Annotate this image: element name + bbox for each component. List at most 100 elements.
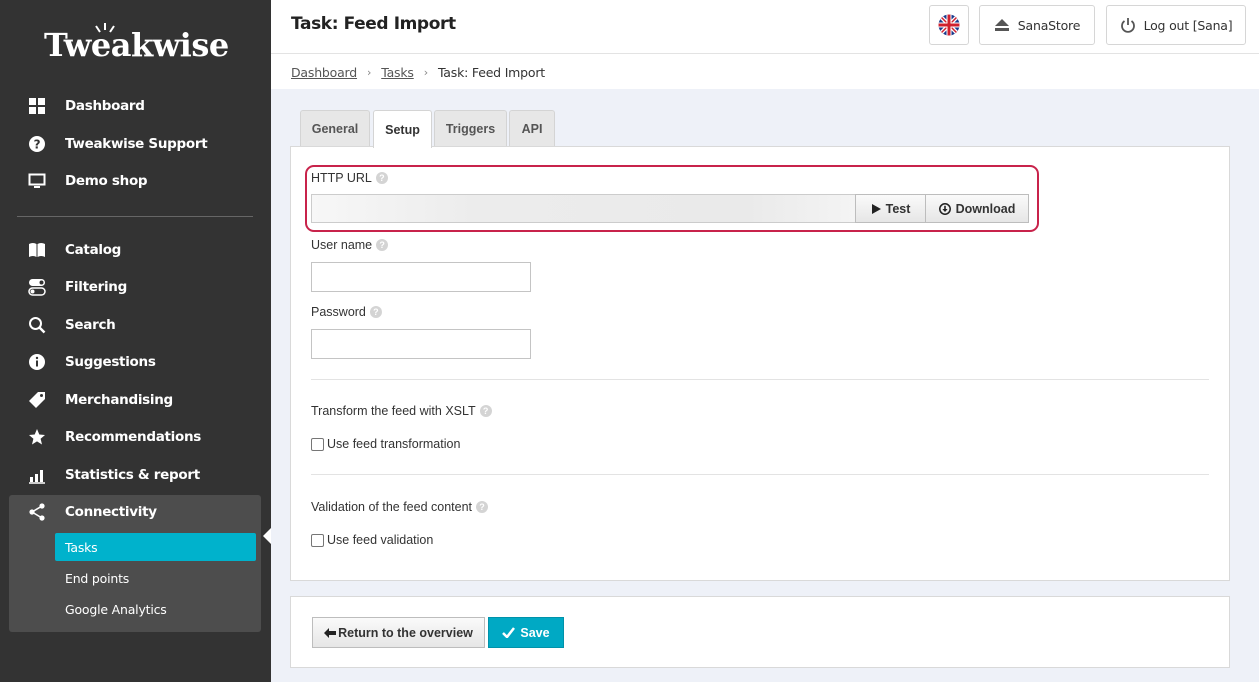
username-label: User name: [311, 238, 373, 252]
download-circle-icon: [938, 202, 951, 215]
info-circle-icon: [28, 353, 46, 371]
logout-button[interactable]: Log out [Sana]: [1106, 5, 1246, 45]
sidebar: Tweakwise Dashboard ? Tweakwise Support …: [0, 0, 271, 682]
sidebar-item-label: Filtering: [65, 279, 127, 295]
arrow-left-icon: [324, 627, 337, 638]
sidebar-item-connectivity[interactable]: Connectivity: [28, 500, 157, 524]
check-icon: [502, 627, 516, 638]
sidebar-item-label: Tweakwise Support: [65, 136, 208, 152]
play-icon: [871, 203, 881, 214]
use-validation-row[interactable]: Use feed validation: [311, 532, 433, 547]
download-button[interactable]: Download: [925, 194, 1029, 223]
help-icon[interactable]: ?: [476, 501, 488, 513]
http-url-label-row: HTTP URL ?: [311, 171, 388, 185]
monitor-icon: [28, 172, 46, 190]
bar-chart-icon: [28, 466, 46, 484]
sidebar-item-label: Connectivity: [65, 504, 157, 520]
sidebar-item-label: Search: [65, 317, 116, 333]
use-transformation-label[interactable]: Use feed transformation: [327, 437, 460, 451]
sidebar-item-label: Statistics & report: [65, 467, 200, 483]
sidebar-divider: [17, 216, 253, 217]
page-title: Task: Feed Import: [291, 14, 456, 34]
test-button[interactable]: Test: [855, 194, 926, 223]
section-divider: [311, 474, 1209, 475]
test-label: Test: [885, 201, 911, 216]
help-icon[interactable]: ?: [479, 405, 492, 417]
toggle-icon: [28, 278, 46, 296]
sidebar-item-filtering[interactable]: Filtering: [28, 275, 127, 299]
power-icon: [1120, 17, 1136, 33]
share-icon: [28, 503, 46, 521]
breadcrumb: Dashboard › Tasks › Task: Feed Import: [291, 65, 545, 80]
section-divider: [311, 379, 1209, 380]
username-input[interactable]: [311, 262, 531, 292]
use-validation-checkbox[interactable]: [311, 534, 324, 547]
tab-api[interactable]: API: [509, 110, 555, 147]
sidebar-item-search[interactable]: Search: [28, 313, 116, 337]
sidebar-item-label: Recommendations: [65, 429, 202, 445]
return-label: Return to the overview: [338, 625, 473, 640]
tweakwise-logo[interactable]: Tweakwise: [44, 26, 229, 64]
logout-label: Log out [Sana]: [1143, 17, 1233, 33]
http-url-input[interactable]: [311, 194, 856, 223]
sidebar-item-label: Demo shop: [65, 173, 148, 189]
breadcrumb-current: Task: Feed Import: [437, 65, 545, 80]
sidebar-item-demo-shop[interactable]: Demo shop: [28, 169, 148, 193]
save-button[interactable]: Save: [488, 617, 564, 648]
xslt-heading: Transform the feed with XSLT: [311, 404, 476, 418]
uk-flag-icon: [938, 14, 960, 36]
password-label-row: Password ?: [311, 305, 382, 319]
password-label: Password: [311, 305, 366, 319]
sidebar-subitem-tasks[interactable]: Tasks: [55, 533, 256, 561]
save-label: Save: [520, 625, 550, 640]
top-header: Task: Feed Import SanaStore Log out [San…: [271, 0, 1259, 54]
tab-general[interactable]: General: [300, 110, 370, 147]
help-icon[interactable]: ?: [376, 239, 389, 251]
star-icon: [28, 428, 46, 446]
validation-heading-row: Validation of the feed content ?: [311, 500, 488, 514]
breadcrumb-tasks[interactable]: Tasks: [381, 65, 414, 80]
sidebar-collapse-arrow[interactable]: [263, 528, 271, 544]
username-label-row: User name ?: [311, 238, 389, 252]
store-button[interactable]: SanaStore: [979, 5, 1095, 45]
help-icon[interactable]: ?: [369, 306, 382, 318]
question-circle-icon: ?: [28, 135, 46, 153]
tab-setup[interactable]: Setup: [373, 110, 432, 148]
sidebar-item-dashboard[interactable]: Dashboard: [28, 94, 145, 118]
return-button[interactable]: Return to the overview: [312, 617, 485, 648]
sidebar-item-support[interactable]: ? Tweakwise Support: [28, 132, 208, 156]
sidebar-item-merchandising[interactable]: Merchandising: [28, 388, 173, 412]
password-input[interactable]: [311, 329, 531, 359]
sidebar-item-catalog[interactable]: Catalog: [28, 238, 121, 262]
sidebar-item-statistics[interactable]: Statistics & report: [28, 463, 200, 487]
breadcrumb-separator: ›: [367, 66, 372, 79]
sidebar-item-label: Merchandising: [65, 392, 173, 408]
tab-triggers[interactable]: Triggers: [434, 110, 507, 147]
breadcrumb-separator: ›: [423, 66, 428, 79]
use-transformation-checkbox[interactable]: [311, 438, 324, 451]
help-icon[interactable]: ?: [375, 172, 388, 184]
download-label: Download: [955, 201, 1016, 216]
sidebar-subitem-google-analytics[interactable]: Google Analytics: [55, 595, 256, 623]
actions-panel: Return to the overview Save: [290, 596, 1230, 668]
tag-icon: [28, 391, 46, 409]
setup-panel: HTTP URL ? Test Download User name ? Pas…: [290, 146, 1230, 581]
search-icon: [28, 316, 46, 334]
language-button[interactable]: [929, 5, 969, 45]
xslt-heading-row: Transform the feed with XSLT ?: [311, 404, 492, 418]
breadcrumb-dashboard[interactable]: Dashboard: [291, 65, 357, 80]
sidebar-subitem-end-points[interactable]: End points: [55, 564, 256, 592]
http-url-label: HTTP URL: [311, 171, 372, 185]
sidebar-item-recommendations[interactable]: Recommendations: [28, 425, 201, 449]
use-validation-label[interactable]: Use feed validation: [327, 533, 433, 547]
validation-heading: Validation of the feed content: [311, 500, 472, 514]
sidebar-item-label: Suggestions: [65, 354, 156, 370]
sidebar-item-label: Dashboard: [65, 98, 145, 114]
sidebar-item-suggestions[interactable]: Suggestions: [28, 350, 156, 374]
store-label: SanaStore: [1017, 17, 1081, 33]
use-transformation-row[interactable]: Use feed transformation: [311, 436, 460, 451]
breadcrumb-bar: Dashboard › Tasks › Task: Feed Import: [271, 54, 1259, 89]
open-book-icon: [28, 241, 46, 259]
grid-icon: [28, 97, 46, 115]
svg-text:?: ?: [34, 138, 41, 152]
